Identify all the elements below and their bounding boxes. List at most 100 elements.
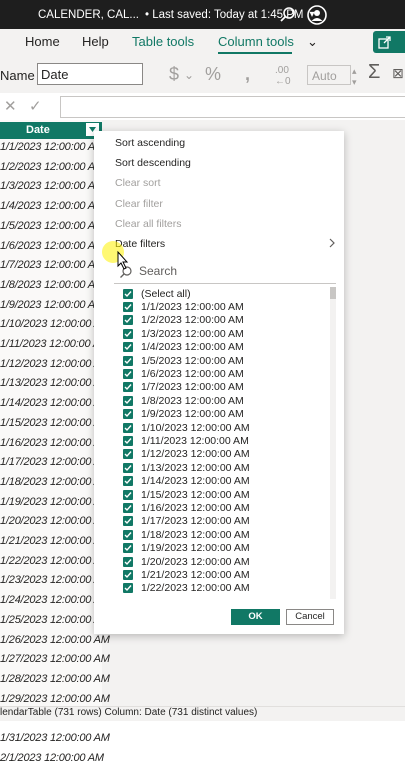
cancel-button[interactable]: Cancel xyxy=(286,609,334,625)
table-row: 1/26/2023 12:00:00 AM xyxy=(0,633,110,646)
select-all-item[interactable]: (Select all) xyxy=(123,287,191,300)
checkbox-checked-icon[interactable] xyxy=(123,409,133,420)
list-item[interactable]: 1/6/2023 12:00:00 AM xyxy=(123,367,244,380)
tab-help[interactable]: Help xyxy=(82,34,109,49)
decimal-places-input[interactable]: Auto xyxy=(307,65,351,85)
search-placeholder: Search xyxy=(139,264,178,278)
close-icon[interactable]: ✕ xyxy=(4,97,17,115)
list-item-label: 1/17/2023 12:00:00 AM xyxy=(141,515,250,528)
list-item[interactable]: 1/7/2023 12:00:00 AM xyxy=(123,381,244,394)
list-scrollbar[interactable] xyxy=(330,287,336,599)
list-item[interactable]: 1/1/2023 12:00:00 AM xyxy=(123,300,244,313)
list-item[interactable]: 1/21/2023 12:00:00 AM xyxy=(123,568,250,581)
list-item-label: (Select all) xyxy=(141,287,191,300)
checkbox-checked-icon[interactable] xyxy=(123,288,133,299)
name-label: Name xyxy=(0,68,35,83)
checkbox-checked-icon[interactable] xyxy=(123,368,133,379)
checkbox-checked-icon[interactable] xyxy=(123,355,133,366)
list-item[interactable]: 1/2/2023 12:00:00 AM xyxy=(123,314,244,327)
checkbox-checked-icon[interactable] xyxy=(123,543,133,554)
decimal-stepper-icon[interactable]: ▴ ▾ xyxy=(352,66,357,88)
list-item[interactable]: 1/5/2023 12:00:00 AM xyxy=(123,354,244,367)
list-item[interactable]: 1/4/2023 12:00:00 AM xyxy=(123,341,244,354)
list-item-label: 1/10/2023 12:00:00 AM xyxy=(141,421,250,434)
checkbox-checked-icon[interactable] xyxy=(123,395,133,406)
column-header-date[interactable]: Date xyxy=(0,122,102,139)
list-item[interactable]: 1/18/2023 12:00:00 AM xyxy=(123,528,250,541)
table-row: 1/9/2023 12:00:00 AM xyxy=(0,298,104,311)
list-item[interactable]: 1/22/2023 12:00:00 AM xyxy=(123,582,250,595)
checkbox-checked-icon[interactable] xyxy=(123,301,133,312)
checkbox-checked-icon[interactable] xyxy=(123,342,133,353)
list-item-label: 1/8/2023 12:00:00 AM xyxy=(141,394,244,407)
sum-icon[interactable]: Σ xyxy=(368,61,380,84)
list-item-label: 1/1/2023 12:00:00 AM xyxy=(141,300,244,313)
table-row: 1/28/2023 12:00:00 AM xyxy=(0,672,110,685)
share-button[interactable] xyxy=(373,31,405,53)
list-item[interactable]: 1/3/2023 12:00:00 AM xyxy=(123,327,244,340)
tab-column-tools[interactable]: Column tools xyxy=(218,34,294,49)
checkbox-checked-icon[interactable] xyxy=(123,449,133,460)
table-row: 2/1/2023 12:00:00 AM xyxy=(0,751,104,764)
scrollbar-thumb[interactable] xyxy=(330,287,336,299)
list-item[interactable]: 1/20/2023 12:00:00 AM xyxy=(123,555,250,568)
checkbox-checked-icon[interactable] xyxy=(123,516,133,527)
filter-dropdown-panel: Sort ascending Sort descending Clear sor… xyxy=(94,131,344,634)
checkbox-checked-icon[interactable] xyxy=(123,502,133,513)
column-name-input[interactable]: Date xyxy=(37,63,143,85)
checkbox-checked-icon[interactable] xyxy=(123,569,133,580)
checkbox-checked-icon[interactable] xyxy=(123,583,133,594)
menu-clear-sort[interactable]: Clear sort xyxy=(115,177,161,189)
menu-clear-filter[interactable]: Clear filter xyxy=(115,198,163,210)
decimal-icon[interactable]: .00 ←0 xyxy=(275,65,291,87)
list-item[interactable]: 1/11/2023 12:00:00 AM xyxy=(123,434,249,447)
menu-clear-all-filters[interactable]: Clear all filters xyxy=(115,218,182,230)
title-bar: CALENDER, CAL... • Last saved: Today at … xyxy=(0,0,405,29)
checkbox-checked-icon[interactable] xyxy=(123,328,133,339)
currency-icon[interactable]: $ xyxy=(169,64,179,85)
tab-home[interactable]: Home xyxy=(25,34,60,49)
list-item-label: 1/6/2023 12:00:00 AM xyxy=(141,367,244,380)
percent-icon[interactable]: % xyxy=(205,64,221,85)
check-icon[interactable]: ✓ xyxy=(29,97,42,115)
cursor-highlight-icon xyxy=(102,241,129,270)
filter-search-box[interactable]: Search xyxy=(114,259,336,284)
menu-sort-ascending[interactable]: Sort ascending xyxy=(115,137,185,149)
currency-dropdown-icon[interactable]: ⌄ xyxy=(184,68,194,82)
table-row: 1/3/2023 12:00:00 AM xyxy=(0,180,104,193)
list-item[interactable]: 1/17/2023 12:00:00 AM xyxy=(123,515,250,528)
list-item[interactable]: 1/13/2023 12:00:00 AM xyxy=(123,461,250,474)
list-item-label: 1/13/2023 12:00:00 AM xyxy=(141,461,250,474)
list-item[interactable]: 1/12/2023 12:00:00 AM xyxy=(123,448,250,461)
list-item[interactable]: 1/8/2023 12:00:00 AM xyxy=(123,394,244,407)
comma-icon[interactable]: , xyxy=(245,64,250,85)
list-item[interactable]: 1/14/2023 12:00:00 AM xyxy=(123,475,250,488)
tab-table-tools[interactable]: Table tools xyxy=(132,34,194,49)
menu-sort-descending[interactable]: Sort descending xyxy=(115,157,191,169)
list-item[interactable]: 1/19/2023 12:00:00 AM xyxy=(123,542,250,555)
checkbox-checked-icon[interactable] xyxy=(123,462,133,473)
formula-input[interactable] xyxy=(60,96,405,118)
checkbox-checked-icon[interactable] xyxy=(123,556,133,567)
table-row: 1/8/2023 12:00:00 AM xyxy=(0,278,104,291)
checkbox-checked-icon[interactable] xyxy=(123,315,133,326)
list-item[interactable]: 1/10/2023 12:00:00 AM xyxy=(123,421,250,434)
list-item[interactable]: 1/16/2023 12:00:00 AM xyxy=(123,501,250,514)
checkbox-checked-icon[interactable] xyxy=(123,435,133,446)
share-icon xyxy=(378,36,391,49)
checkbox-checked-icon[interactable] xyxy=(123,489,133,500)
table-row: 1/1/2023 12:00:00 AM xyxy=(0,141,104,153)
list-item[interactable]: 1/15/2023 12:00:00 AM xyxy=(123,488,250,501)
summarize-icon[interactable]: ⊠ xyxy=(392,65,404,82)
search-icon[interactable] xyxy=(277,4,299,26)
file-title[interactable]: CALENDER, CAL... xyxy=(38,9,139,21)
ok-button[interactable]: OK xyxy=(231,609,280,625)
list-item[interactable]: 1/9/2023 12:00:00 AM xyxy=(123,408,244,421)
account-icon[interactable] xyxy=(306,4,328,26)
checkbox-checked-icon[interactable] xyxy=(123,382,133,393)
checkbox-checked-icon[interactable] xyxy=(123,422,133,433)
ribbon-more-chevron-icon[interactable]: ⌄ xyxy=(307,34,318,50)
table-row: 1/2/2023 12:00:00 AM xyxy=(0,160,104,173)
checkbox-checked-icon[interactable] xyxy=(123,476,133,487)
checkbox-checked-icon[interactable] xyxy=(123,529,133,540)
